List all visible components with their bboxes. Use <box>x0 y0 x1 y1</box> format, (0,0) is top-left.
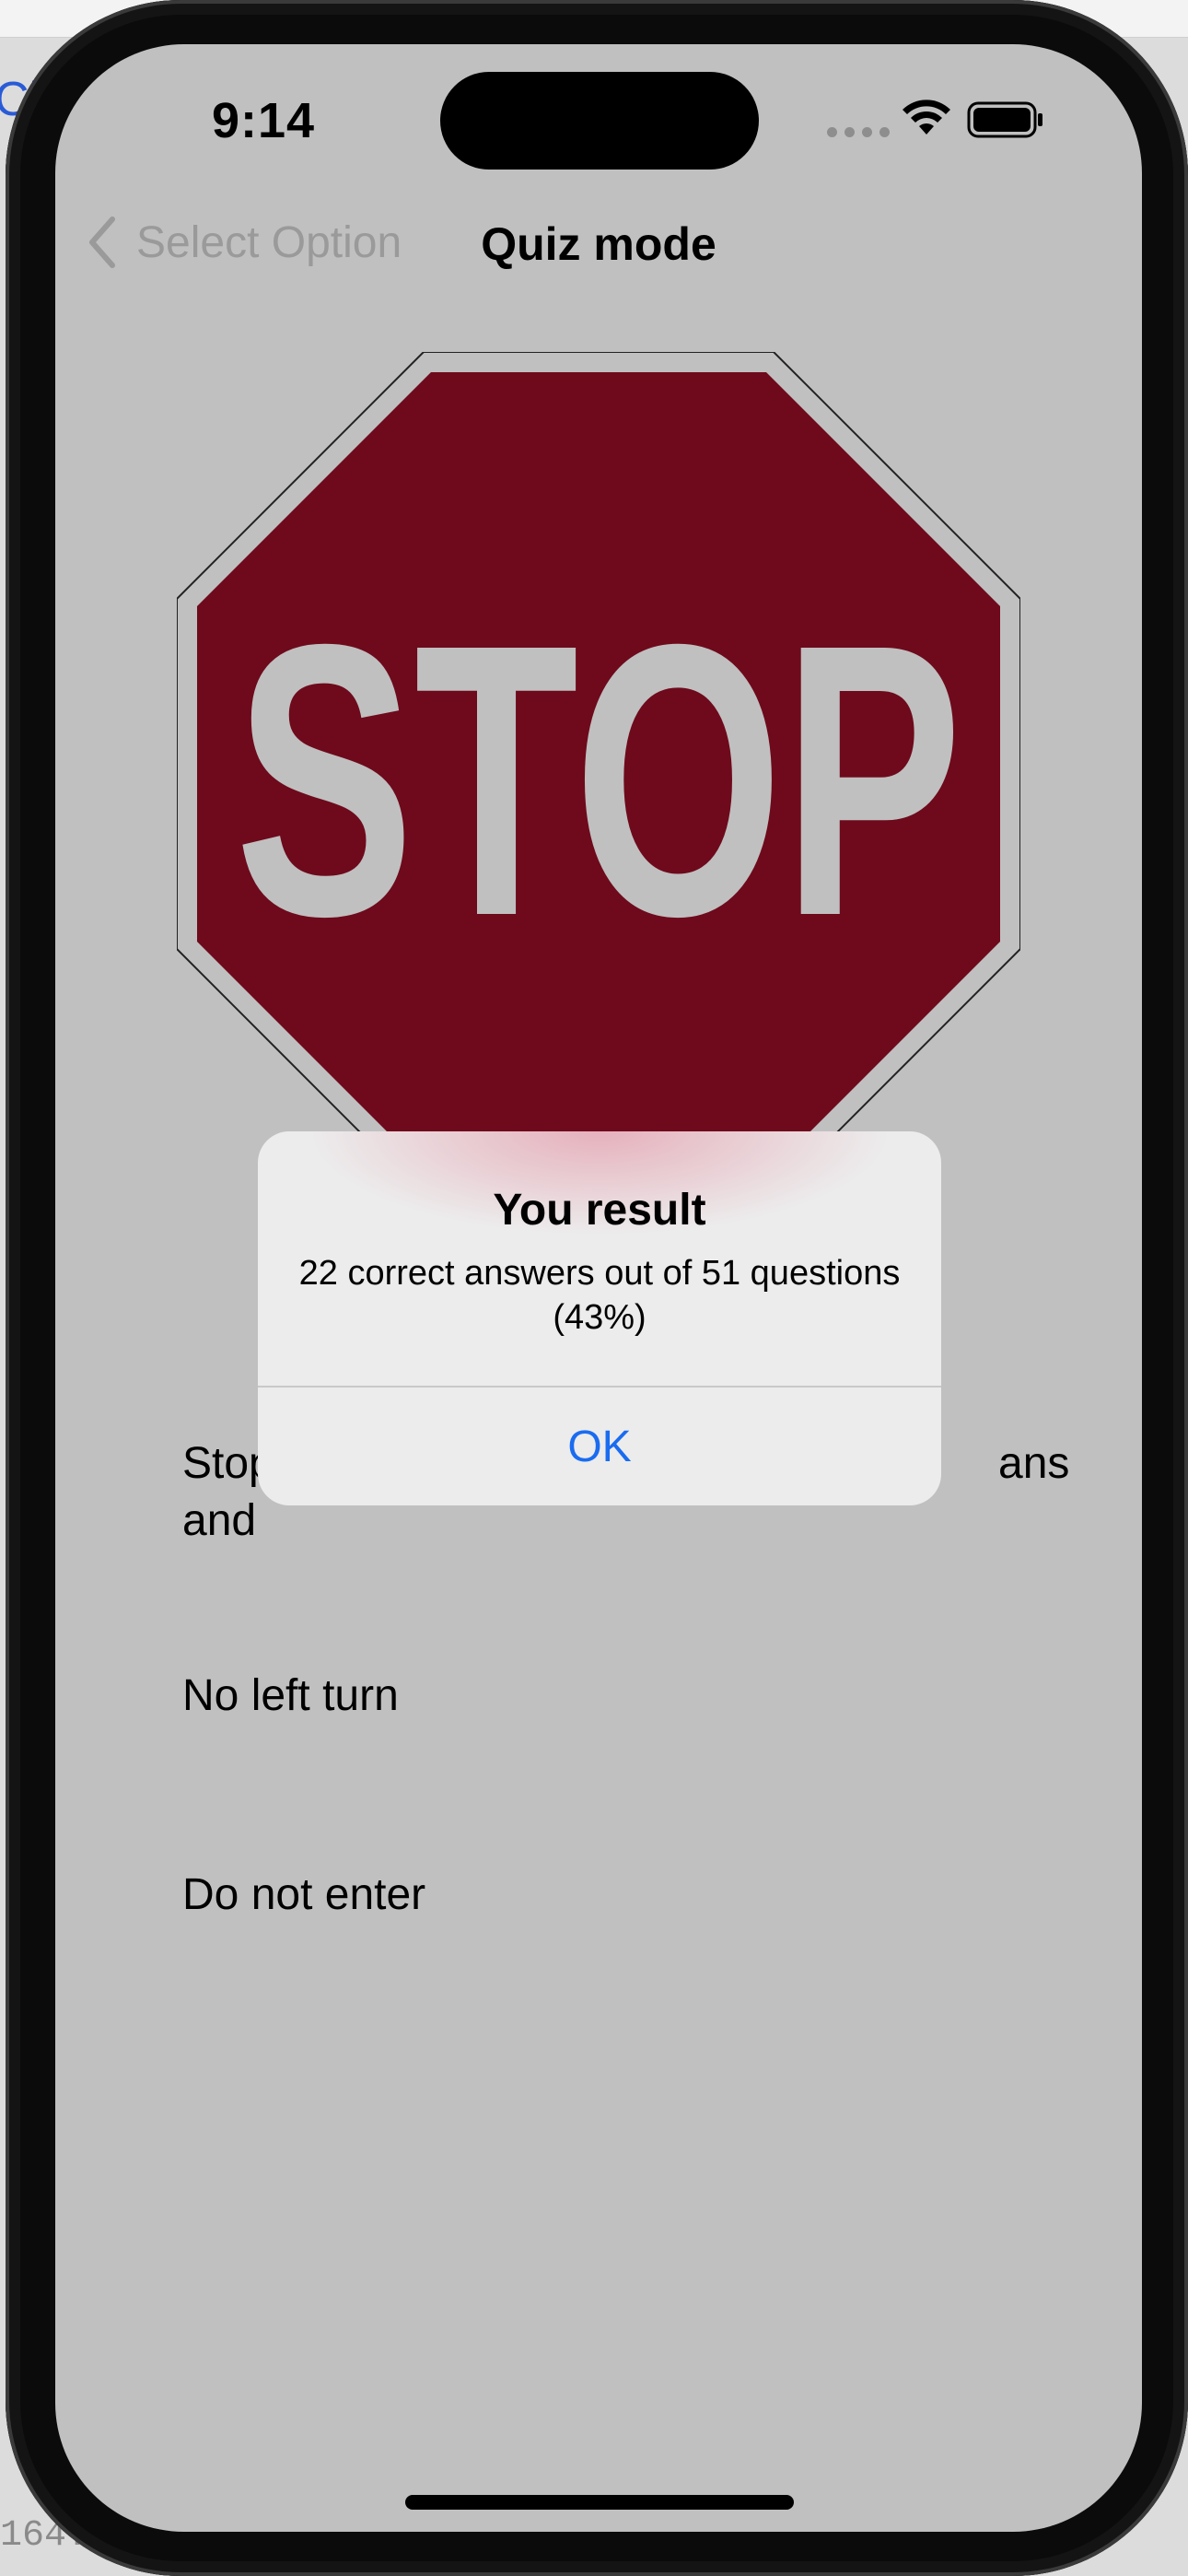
alert-title: You result <box>493 1186 706 1235</box>
result-alert: You result 22 correct answers out of 51 … <box>258 1131 941 1505</box>
stop-sign-text: STOP <box>235 565 962 997</box>
alert-message: 22 correct answers out of 51 questions (… <box>298 1254 901 1337</box>
answer-option-3[interactable]: Do not enter <box>182 1867 425 1924</box>
stop-sign-image: STOP <box>176 351 1021 1200</box>
status-time: 9:14 <box>212 93 316 148</box>
dynamic-island <box>440 72 759 170</box>
phone-frame: 9:14 Select Option Quiz mode STOP Stop a… <box>6 0 1188 2576</box>
battery-icon <box>967 101 1042 138</box>
wifi-icon <box>903 100 950 135</box>
page-title: Quiz mode <box>481 218 716 270</box>
ok-button[interactable]: OK <box>258 1388 941 1505</box>
answer-option-1-line2: and <box>182 1496 257 1545</box>
cellular-signal-icon <box>827 127 890 137</box>
phone-screen: 9:14 Select Option Quiz mode STOP Stop a… <box>55 44 1142 2532</box>
home-indicator[interactable] <box>405 2495 794 2510</box>
answer-option-2[interactable]: No left turn <box>182 1668 399 1725</box>
answer-option-1-end: ans <box>998 1439 1070 1488</box>
